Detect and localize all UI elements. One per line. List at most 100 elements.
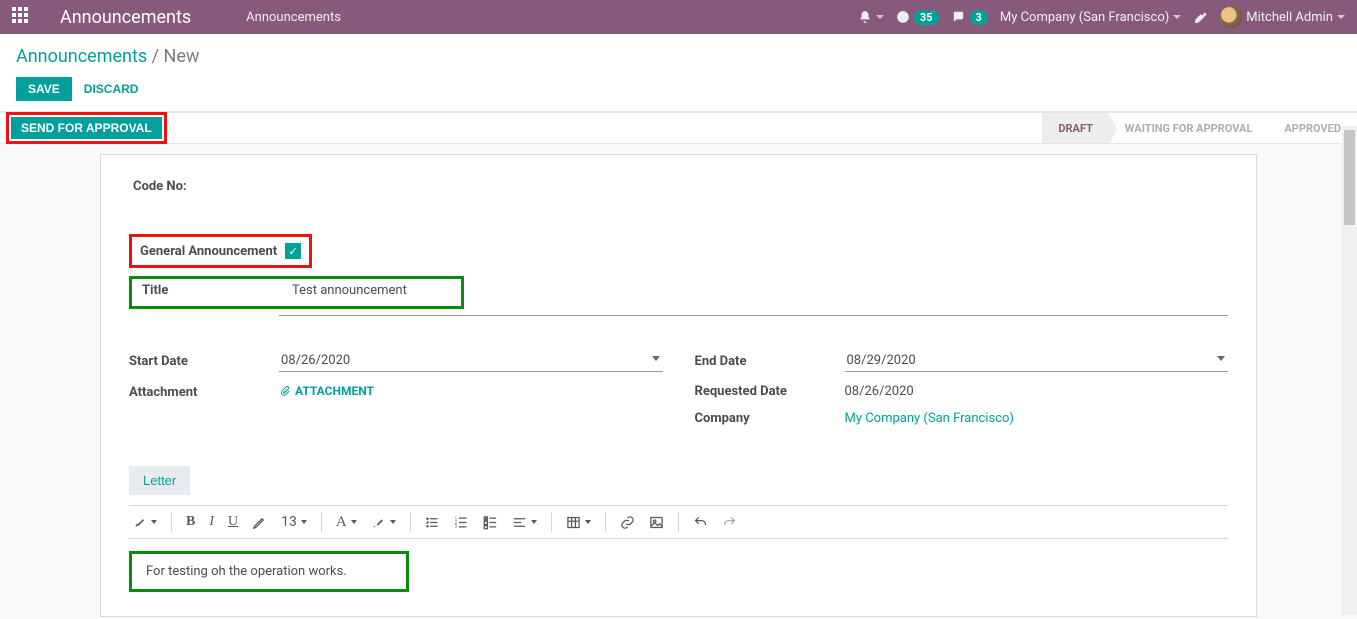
end-date-input[interactable] xyxy=(845,350,1229,372)
pencil-icon xyxy=(252,515,267,530)
save-button[interactable]: SAVE xyxy=(16,77,72,101)
undo-icon xyxy=(693,515,708,530)
caret-down-icon xyxy=(351,520,357,524)
messaging-button[interactable]: 3 xyxy=(951,10,988,25)
title-label: Title xyxy=(142,283,292,298)
align-icon xyxy=(512,515,527,530)
italic-button[interactable]: I xyxy=(209,514,214,530)
title-underline xyxy=(279,315,1228,316)
wand-icon xyxy=(133,515,147,529)
company-value[interactable]: My Company (San Francisco) xyxy=(845,411,1014,426)
end-date-label: End Date xyxy=(695,354,845,369)
activities-button[interactable]: 35 xyxy=(896,10,939,25)
chat-icon xyxy=(951,10,966,24)
font-size-button[interactable]: 13 xyxy=(281,514,307,530)
start-date-label: Start Date xyxy=(129,354,279,369)
checklist-icon xyxy=(483,515,498,530)
image-button[interactable] xyxy=(649,515,664,530)
redo-button[interactable] xyxy=(722,515,737,530)
code-no-label: Code No: xyxy=(129,179,1228,194)
attachment-link[interactable]: ATTACHMENT xyxy=(279,384,374,398)
header-right: 35 3 My Company (San Francisco) Mitchell… xyxy=(858,6,1345,28)
send-for-approval-button[interactable]: SEND FOR APPROVAL xyxy=(11,117,162,139)
caret-down-icon xyxy=(531,520,537,524)
underline-button[interactable]: U xyxy=(228,514,238,530)
image-icon xyxy=(649,515,664,530)
menu-announcements[interactable]: Announcements xyxy=(246,10,341,25)
general-announcement-checkbox[interactable]: ✓ xyxy=(285,243,301,259)
highlight-editor-content: For testing oh the operation works. xyxy=(129,551,409,592)
redo-icon xyxy=(722,515,737,530)
form-grid: Start Date Attachment ATTACHMENT xyxy=(129,350,1228,438)
user-menu[interactable]: Mitchell Admin xyxy=(1220,6,1345,28)
strike-button[interactable] xyxy=(252,515,267,530)
company-switcher[interactable]: My Company (San Francisco) xyxy=(1000,10,1181,25)
highlight-button[interactable] xyxy=(371,515,396,530)
top-header: Announcements Announcements 35 3 My Comp… xyxy=(0,0,1357,34)
status-draft[interactable]: DRAFT xyxy=(1042,113,1109,143)
breadcrumb-root[interactable]: Announcements xyxy=(16,46,147,67)
wrench-icon xyxy=(1193,10,1208,25)
svg-text:3: 3 xyxy=(454,524,457,529)
user-name: Mitchell Admin xyxy=(1246,10,1333,25)
attachment-link-text: ATTACHMENT xyxy=(295,384,374,398)
bell-icon xyxy=(858,10,872,24)
breadcrumb-current: New xyxy=(164,46,200,67)
scrollbar[interactable] xyxy=(1342,126,1357,615)
undo-button[interactable] xyxy=(693,515,708,530)
list-ol-icon: 123 xyxy=(454,515,469,530)
ol-button[interactable]: 123 xyxy=(454,515,469,530)
app-title: Announcements xyxy=(60,7,191,28)
caret-down-icon xyxy=(390,520,396,524)
scrollbar-thumb[interactable] xyxy=(1344,130,1355,225)
apps-icon[interactable] xyxy=(12,7,32,27)
requested-date-label: Requested Date xyxy=(695,384,845,399)
attachment-label: Attachment xyxy=(129,385,279,400)
highlight-title: Title Test announcement xyxy=(129,276,464,309)
form-scroll[interactable]: Code No: General Announcement ✓ Title Te… xyxy=(0,144,1357,619)
general-announcement-label: General Announcement xyxy=(140,244,277,259)
bold-button[interactable]: B xyxy=(186,514,195,530)
company-label: Company xyxy=(695,411,845,426)
form-col-left: Start Date Attachment ATTACHMENT xyxy=(129,350,663,438)
wand-button[interactable] xyxy=(133,515,157,529)
caret-down-icon xyxy=(1173,15,1181,19)
ul-button[interactable] xyxy=(425,515,440,530)
form-sheet: Code No: General Announcement ✓ Title Te… xyxy=(100,154,1257,617)
table-icon xyxy=(566,515,581,530)
caret-down-icon xyxy=(876,15,884,19)
font-color-button[interactable]: A xyxy=(336,514,357,531)
caret-down-icon xyxy=(151,520,157,524)
align-button[interactable] xyxy=(512,515,537,530)
caret-down-icon xyxy=(301,520,307,524)
paperclip-icon xyxy=(279,385,291,397)
notifications-button[interactable] xyxy=(858,10,884,24)
link-icon xyxy=(620,515,635,530)
tabs: Letter xyxy=(129,466,1228,495)
highlight-send-approval: SEND FOR APPROVAL xyxy=(6,112,167,144)
editor-content[interactable]: For testing oh the operation works. xyxy=(146,564,347,579)
activity-badge: 35 xyxy=(914,10,939,25)
caret-down-icon xyxy=(585,520,591,524)
status-steps: DRAFT WAITING FOR APPROVAL APPROVED xyxy=(1042,113,1357,143)
discard-button[interactable]: DISCARD xyxy=(84,82,139,96)
table-button[interactable] xyxy=(566,515,591,530)
tab-letter[interactable]: Letter xyxy=(129,466,190,495)
debug-button[interactable] xyxy=(1193,10,1208,25)
breadcrumb-sep: / xyxy=(147,46,163,67)
link-button[interactable] xyxy=(620,515,635,530)
checklist-button[interactable] xyxy=(483,515,498,530)
breadcrumb: Announcements / New xyxy=(16,46,1341,67)
company-name: My Company (San Francisco) xyxy=(1000,10,1169,25)
start-date-input[interactable] xyxy=(279,350,663,372)
title-value[interactable]: Test announcement xyxy=(292,283,407,298)
breadcrumb-bar: Announcements / New SAVE DISCARD xyxy=(0,34,1357,112)
list-ul-icon xyxy=(425,515,440,530)
editor-toolbar: B I U 13 A xyxy=(129,505,1228,539)
caret-down-icon xyxy=(1337,15,1345,19)
brush-icon xyxy=(371,515,386,530)
status-waiting[interactable]: WAITING FOR APPROVAL xyxy=(1109,113,1268,143)
avatar xyxy=(1220,6,1242,28)
status-bar: SEND FOR APPROVAL DRAFT WAITING FOR APPR… xyxy=(0,112,1357,144)
highlight-general-announcement: General Announcement ✓ xyxy=(129,234,312,268)
